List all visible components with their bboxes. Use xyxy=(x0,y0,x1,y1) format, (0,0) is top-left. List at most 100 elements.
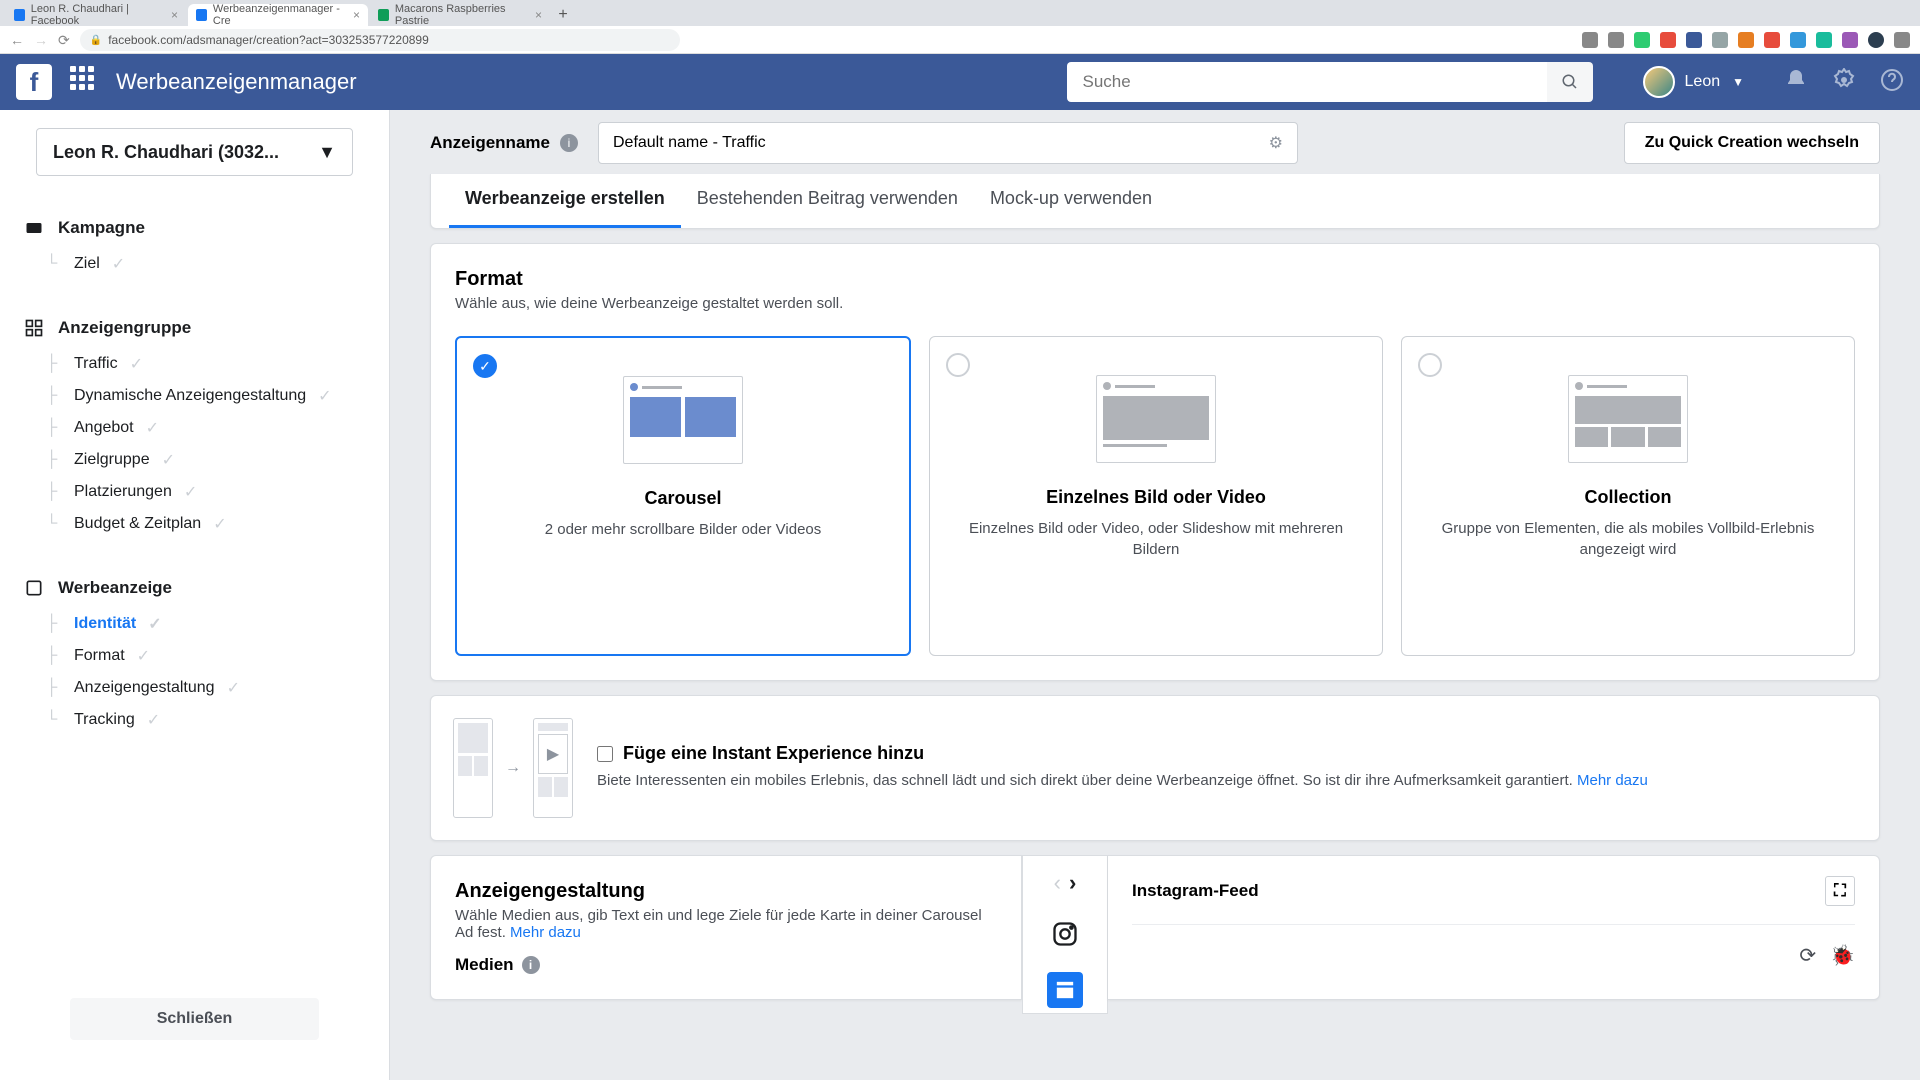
account-selector[interactable]: Leon R. Chaudhari (3032... ▼ xyxy=(36,128,353,176)
nav-item-label: Zielgruppe xyxy=(74,451,150,469)
nav-item-label: Anzeigengestaltung xyxy=(74,679,215,697)
preview-prev-icon[interactable]: ‹ xyxy=(1054,870,1061,896)
tab-existing-post[interactable]: Bestehenden Beitrag verwenden xyxy=(681,174,974,228)
ext-icon[interactable] xyxy=(1634,32,1650,48)
ext-icon[interactable] xyxy=(1660,32,1676,48)
radio-checked-icon: ✓ xyxy=(473,354,497,378)
quick-creation-button[interactable]: Zu Quick Creation wechseln xyxy=(1624,122,1880,164)
app-header: f Werbeanzeigenmanager Leon ▼ xyxy=(0,54,1920,110)
page-title: Werbeanzeigenmanager xyxy=(116,69,357,95)
facebook-feed-icon[interactable] xyxy=(1047,972,1083,1008)
refresh-icon[interactable]: ⟳ xyxy=(1799,943,1816,968)
check-icon: ✓ xyxy=(227,678,240,698)
browser-tab-0[interactable]: Leon R. Chaudhari | Facebook × xyxy=(6,4,186,26)
tab-bar: Leon R. Chaudhari | Facebook × Werbeanzei… xyxy=(0,0,1920,26)
nav-item-label: Angebot xyxy=(74,419,134,437)
design-card: Anzeigengestaltung Wähle Medien aus, gib… xyxy=(430,855,1022,1000)
learn-more-link[interactable]: Mehr dazu xyxy=(1577,772,1648,789)
url-input[interactable]: 🔒facebook.com/adsmanager/creation?act=30… xyxy=(80,29,680,51)
browser-tab-1[interactable]: Werbeanzeigenmanager - Cre × xyxy=(188,4,368,26)
close-button[interactable]: Schließen xyxy=(70,998,319,1040)
ext-icon[interactable] xyxy=(1868,32,1884,48)
tab-create-ad[interactable]: Werbeanzeige erstellen xyxy=(449,174,681,228)
nav-section-campaign: Kampagne └Ziel✓ xyxy=(0,194,389,294)
close-icon[interactable]: × xyxy=(171,8,178,22)
nav-item-zielgruppe[interactable]: ├Zielgruppe✓ xyxy=(36,444,389,476)
tab-mockup[interactable]: Mock-up verwenden xyxy=(974,174,1168,228)
check-icon: ✓ xyxy=(162,450,175,470)
instagram-icon[interactable] xyxy=(1047,916,1083,952)
design-title: Anzeigengestaltung xyxy=(455,880,997,903)
nav-item-traffic[interactable]: ├Traffic✓ xyxy=(36,348,389,380)
instant-desc: Biete Interessenten ein mobiles Erlebnis… xyxy=(597,770,1857,793)
tab-label: Werbeanzeigenmanager - Cre xyxy=(213,3,347,27)
nav-item-label: Budget & Zeitplan xyxy=(74,515,201,533)
design-subtitle: Wähle Medien aus, gib Text ein und lege … xyxy=(455,907,997,941)
nav-item-anzeigengestaltung[interactable]: ├Anzeigengestaltung✓ xyxy=(36,672,389,704)
avatar xyxy=(1643,66,1675,98)
ad-icon xyxy=(24,578,44,598)
new-tab-button[interactable]: + xyxy=(552,4,574,26)
nav-item-budget[interactable]: └Budget & Zeitplan✓ xyxy=(36,508,389,540)
campaign-icon xyxy=(24,218,44,238)
close-icon[interactable]: × xyxy=(535,8,542,22)
close-icon[interactable]: × xyxy=(353,8,360,22)
menu-icon[interactable] xyxy=(1894,32,1910,48)
nav-item-format[interactable]: ├Format✓ xyxy=(36,640,389,672)
ext-icon[interactable] xyxy=(1842,32,1858,48)
media-label: Medien xyxy=(455,955,514,975)
arrow-right-icon: → xyxy=(505,759,521,777)
help-icon[interactable] xyxy=(1880,68,1904,97)
nav-item-platzierungen[interactable]: ├Platzierungen✓ xyxy=(36,476,389,508)
browser-tab-2[interactable]: Macarons Raspberries Pastrie × xyxy=(370,4,550,26)
instant-checkbox[interactable] xyxy=(597,746,613,762)
ad-name-input[interactable]: Default name - Traffic ⚙ xyxy=(598,122,1298,164)
apps-grid-icon[interactable] xyxy=(70,66,102,98)
ext-icon[interactable] xyxy=(1790,32,1806,48)
nav-header-label: Werbeanzeige xyxy=(58,578,172,598)
tab-label: Mock-up verwenden xyxy=(990,188,1152,208)
user-name: Leon xyxy=(1685,73,1721,91)
search-button[interactable] xyxy=(1547,62,1593,102)
user-menu[interactable]: Leon ▼ xyxy=(1643,66,1744,98)
back-icon[interactable]: ← xyxy=(10,32,24,48)
check-icon: ✓ xyxy=(146,418,159,438)
ext-icon[interactable] xyxy=(1608,32,1624,48)
nav-section-adset: Anzeigengruppe ├Traffic✓ ├Dynamische Anz… xyxy=(0,294,389,554)
learn-more-link[interactable]: Mehr dazu xyxy=(510,924,581,941)
info-icon[interactable]: i xyxy=(522,956,540,974)
search-input[interactable] xyxy=(1067,62,1547,102)
reload-icon[interactable]: ⟳ xyxy=(58,32,70,49)
preview-next-icon[interactable]: › xyxy=(1069,870,1076,896)
nav-header-label: Kampagne xyxy=(58,218,145,238)
nav-item-tracking[interactable]: └Tracking✓ xyxy=(36,704,389,736)
chevron-down-icon: ▼ xyxy=(1732,75,1744,89)
format-option-single[interactable]: Einzelnes Bild oder Video Einzelnes Bild… xyxy=(929,336,1383,656)
nav-item-angebot[interactable]: ├Angebot✓ xyxy=(36,412,389,444)
settings-icon[interactable] xyxy=(1832,68,1856,97)
tab-label: Macarons Raspberries Pastrie xyxy=(395,3,529,27)
instant-title: Füge eine Instant Experience hinzu xyxy=(623,743,924,764)
ext-icon[interactable] xyxy=(1816,32,1832,48)
sidebar: Leon R. Chaudhari (3032... ▼ Kampagne └Z… xyxy=(0,110,390,1080)
ext-icon[interactable] xyxy=(1582,32,1598,48)
nav-header-label: Anzeigengruppe xyxy=(58,318,191,338)
nav-item-dynamic[interactable]: ├Dynamische Anzeigengestaltung✓ xyxy=(36,380,389,412)
lock-icon: 🔒 xyxy=(90,35,102,46)
ext-icon[interactable] xyxy=(1738,32,1754,48)
format-option-carousel[interactable]: ✓ Carousel 2 oder mehr scrollbare Bilder… xyxy=(455,336,911,656)
forward-icon[interactable]: → xyxy=(34,32,48,48)
ext-icon[interactable] xyxy=(1712,32,1728,48)
gear-icon[interactable]: ⚙ xyxy=(1269,133,1283,153)
ext-icon[interactable] xyxy=(1686,32,1702,48)
expand-button[interactable]: ⛶ xyxy=(1825,876,1855,906)
notifications-icon[interactable] xyxy=(1784,68,1808,97)
facebook-logo[interactable]: f xyxy=(16,64,52,100)
format-option-collection[interactable]: Collection Gruppe von Elementen, die als… xyxy=(1401,336,1855,656)
bug-icon[interactable]: 🐞 xyxy=(1830,943,1855,968)
info-icon[interactable]: i xyxy=(560,134,578,152)
nav-item-identitaet[interactable]: ├Identität✓ xyxy=(36,608,389,640)
tab-label: Leon R. Chaudhari | Facebook xyxy=(31,3,165,27)
ext-icon[interactable] xyxy=(1764,32,1780,48)
nav-item-ziel[interactable]: └Ziel✓ xyxy=(36,248,389,280)
